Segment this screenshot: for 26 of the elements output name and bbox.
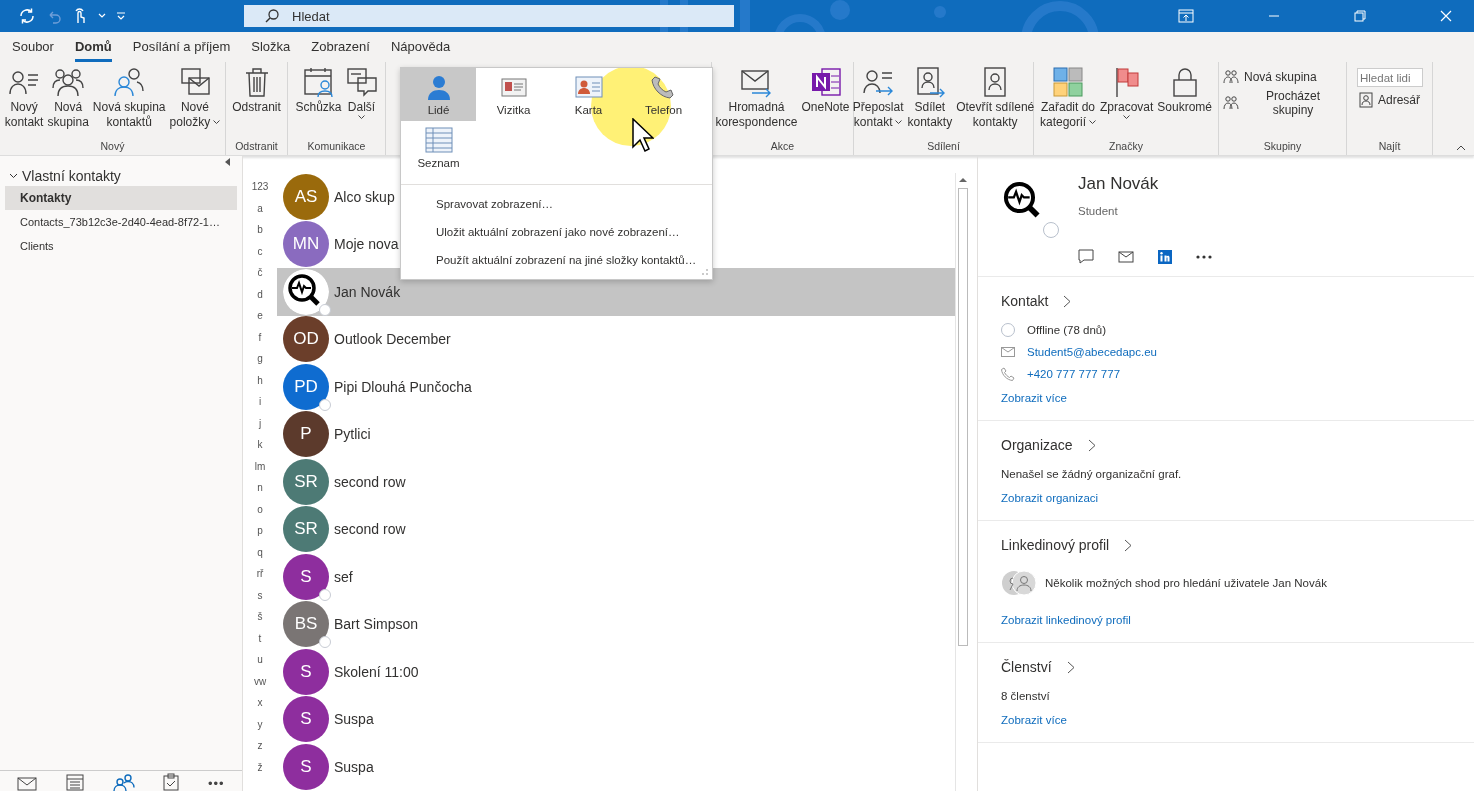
avatar: MN bbox=[283, 221, 329, 268]
contact-name: Jan Novák bbox=[1078, 174, 1160, 194]
avatar: BS bbox=[283, 601, 329, 648]
contact-title: Student bbox=[1078, 205, 1119, 217]
avatar: SR bbox=[283, 458, 329, 505]
avatar: AS bbox=[283, 173, 329, 220]
avatar: S bbox=[283, 553, 329, 600]
group-label: Nový bbox=[100, 140, 125, 154]
group-label: Skupiny bbox=[1263, 140, 1302, 154]
info-text: Nenašel se žádný organizační graf. bbox=[1001, 468, 1182, 480]
group-label: Značky bbox=[1109, 140, 1143, 154]
group-label: Akce bbox=[770, 140, 795, 154]
avatar: P bbox=[283, 411, 329, 458]
avatar: OD bbox=[283, 316, 329, 363]
avatar: PD bbox=[283, 363, 329, 410]
info-text: Několik možných shod pro hledání uživatele Jan Novák bbox=[1045, 577, 1327, 589]
group-label: Najít bbox=[1378, 140, 1401, 154]
group-label: Odstranit bbox=[235, 140, 278, 154]
avatar: S bbox=[283, 696, 329, 743]
group-label: Sdílení bbox=[927, 140, 960, 154]
avatar: S bbox=[283, 743, 329, 790]
info-text: 8 členství bbox=[1001, 690, 1050, 702]
group-label: Komunikace bbox=[307, 140, 366, 154]
avatar: S bbox=[283, 648, 329, 695]
info-text: Offline (78 dnů) bbox=[1027, 324, 1107, 336]
avatar: SR bbox=[283, 506, 329, 553]
